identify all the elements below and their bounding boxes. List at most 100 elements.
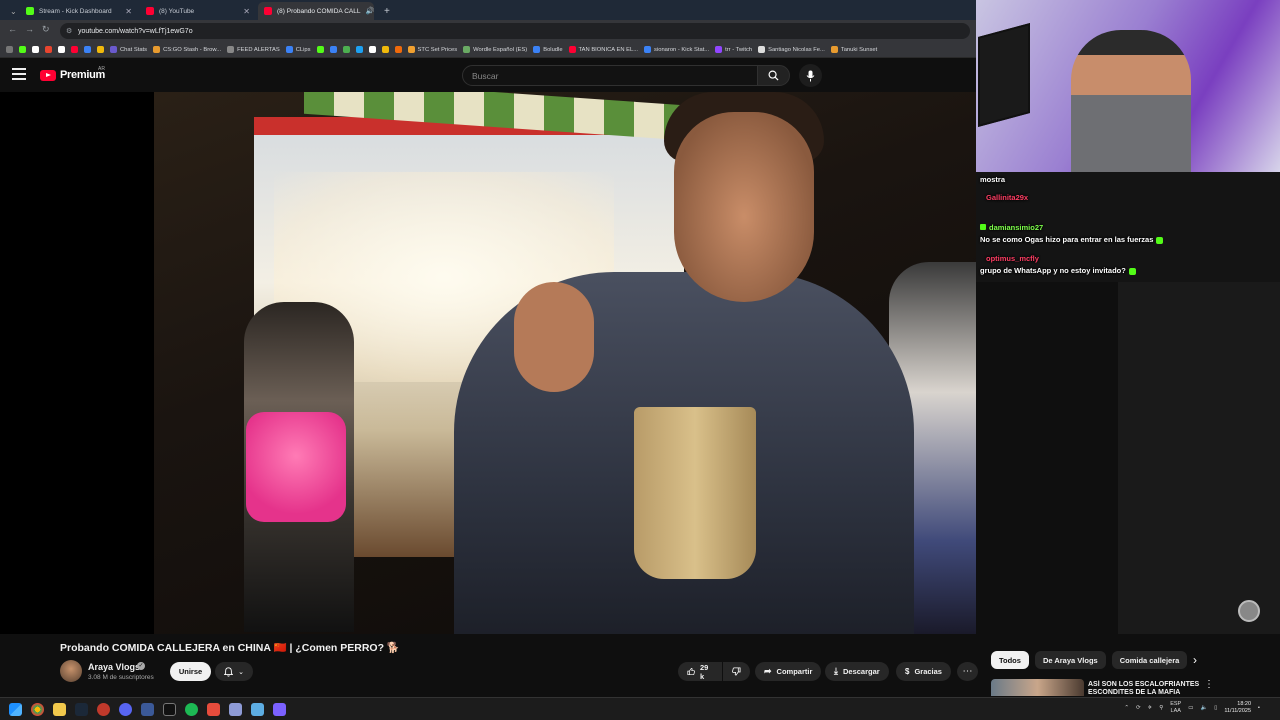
youtube-icon (146, 7, 154, 15)
tab-current-video[interactable]: (8) Probando COMIDA CALL 🔊 ✕ (258, 2, 374, 20)
bookmark-icon[interactable] (394, 46, 402, 53)
bookmark-kick-stats[interactable]: sionaron - Kick Stat... (644, 46, 709, 53)
bookmark-feed-alertas[interactable]: FEED ALERTAS (227, 46, 280, 53)
chip-all[interactable]: Todos (991, 651, 1029, 669)
bookmark-stc-set-prices[interactable]: STC Set Prices (407, 46, 457, 53)
video-scene-host-face (674, 112, 814, 302)
badge-icon (980, 224, 986, 230)
new-tab-button[interactable]: + (378, 2, 392, 20)
bookmark-tanuki[interactable]: Tanuki Sunset (830, 46, 877, 53)
network-icon[interactable]: ▭ (1188, 705, 1193, 711)
bookmark-icon[interactable] (381, 46, 389, 53)
reload-icon[interactable]: ↻ (42, 24, 50, 35)
tab-list-button[interactable]: ⌄ (4, 2, 16, 20)
voice-search-button[interactable] (799, 64, 822, 87)
bookmark-twitch[interactable]: trr - Twitch (715, 46, 752, 53)
thumbs-down-icon (732, 667, 741, 676)
bookmark-icon[interactable] (45, 46, 52, 53)
app-icon[interactable] (141, 703, 154, 716)
language-indicator[interactable]: ESP LAA (1170, 701, 1181, 715)
video-frame[interactable] (154, 92, 976, 634)
related-filter-chips: Todos De Araya Vlogs Comida callejera (991, 651, 1188, 669)
recommended-thumbnail[interactable] (991, 679, 1084, 696)
browser-tab-bar: ⌄ Stream - Kick Dashboard ✕ (8) YouTube … (0, 0, 976, 20)
bookmark-icon[interactable] (32, 46, 39, 53)
thanks-button[interactable]: $ Gracias (896, 662, 951, 681)
bookmark-icon[interactable] (19, 46, 26, 53)
url-field[interactable]: ⚙ youtube.com/watch?v=wLfTj1ewG7o (60, 23, 970, 39)
volume-icon[interactable]: 🔈 (1200, 705, 1207, 711)
bell-icon (224, 666, 234, 677)
recommended-title[interactable]: ASÍ SON LOS ESCALOFRIANTES (1088, 680, 1200, 689)
apps-icon[interactable] (6, 46, 13, 53)
bookmark-icon[interactable] (97, 46, 104, 53)
bookmark-icon[interactable] (368, 46, 376, 53)
tray-icon[interactable]: ⚲ (1159, 705, 1163, 711)
chip-channel[interactable]: De Araya Vlogs (1034, 651, 1106, 669)
tab-kick-dashboard[interactable]: Stream - Kick Dashboard ✕ (20, 2, 138, 20)
notification-icon[interactable]: ▪ (1258, 705, 1260, 711)
tray-icon[interactable]: ✈ (1148, 705, 1153, 711)
bookmark-icon[interactable] (329, 46, 337, 53)
search-button[interactable] (757, 65, 790, 86)
bookmark-santiago[interactable]: Santiago Nicolas Fe... (758, 46, 825, 53)
share-button[interactable]: ➦ Compartir (755, 662, 822, 681)
bookmark-wordle[interactable]: Wordle Español (ES) (463, 46, 527, 53)
bookmark-clips[interactable]: CLips (285, 46, 311, 53)
site-info-icon[interactable]: ⚙ (66, 27, 72, 35)
chat-message: mostra (980, 175, 1006, 184)
youtube-premium-logo[interactable]: Premium AR (40, 66, 105, 81)
thumbs-up-icon (687, 667, 695, 676)
app-icon[interactable] (163, 703, 176, 716)
bookmark-icon[interactable] (316, 46, 324, 53)
app-icon[interactable] (207, 703, 220, 716)
spotify-icon[interactable] (185, 703, 198, 716)
download-button[interactable]: ⤓ Descargar (825, 662, 889, 681)
app-icon[interactable] (97, 703, 110, 716)
clock[interactable]: 18:20 11/11/2025 (1224, 701, 1251, 715)
chip-street-food[interactable]: Comida callejera (1111, 651, 1188, 669)
address-bar-row: ← → ↻ ⚙ youtube.com/watch?v=wLfTj1ewG7o (0, 20, 976, 42)
join-button[interactable]: Unirse (170, 662, 211, 681)
bookmark-icon[interactable] (71, 46, 78, 53)
overlay-dark-panel (1118, 282, 1280, 634)
back-icon[interactable]: ← (8, 24, 17, 34)
discord-icon[interactable] (119, 703, 132, 716)
chevron-right-icon[interactable]: › (1193, 653, 1197, 667)
like-button[interactable]: 29 k (678, 662, 722, 681)
recommended-title-line2[interactable]: ESCONDITES DE LA MAFIA (1088, 689, 1180, 696)
forward-icon[interactable]: → (25, 24, 34, 34)
more-vertical-icon[interactable]: ⋮ (1204, 679, 1214, 690)
bookmark-icon[interactable] (84, 46, 91, 53)
app-icon[interactable] (251, 703, 264, 716)
chrome-icon[interactable] (31, 703, 44, 716)
bookmark-icon[interactable] (355, 46, 363, 53)
app-icon[interactable] (273, 703, 286, 716)
dislike-button[interactable] (723, 662, 750, 681)
bookmark-tan-bionica[interactable]: TAN BIONICA EN EL... (568, 46, 638, 53)
battery-icon[interactable]: ▯ (1214, 705, 1217, 711)
close-icon[interactable]: ✕ (243, 7, 250, 16)
tab-youtube[interactable]: (8) YouTube ✕ (140, 2, 256, 20)
channel-name[interactable]: Araya Vlogs (88, 662, 140, 672)
bookmark-csgo-stash[interactable]: CS:GO Stash - Brow... (153, 46, 221, 53)
notifications-button[interactable]: ⌄ (215, 662, 253, 681)
tray-icon[interactable]: ⟳ (1136, 705, 1141, 711)
bookmark-icon[interactable] (342, 46, 350, 53)
file-explorer-icon[interactable] (53, 703, 66, 716)
more-actions-icon[interactable]: ⋯ (957, 662, 978, 681)
bookmark-boludle[interactable]: Boludle (533, 46, 563, 53)
close-icon[interactable]: ✕ (125, 7, 132, 16)
windows-start-icon[interactable] (9, 703, 22, 716)
video-player[interactable] (0, 92, 976, 634)
search-input[interactable]: Buscar (462, 65, 758, 86)
app-icon[interactable] (229, 703, 242, 716)
bookmark-chat-stats[interactable]: Chat Stats (110, 46, 147, 53)
chevron-up-icon[interactable]: ⌃ (1124, 705, 1129, 711)
bookmark-icon[interactable] (58, 46, 65, 53)
steam-icon[interactable] (75, 703, 88, 716)
speaker-icon[interactable]: 🔊 (365, 7, 374, 15)
channel-avatar[interactable] (60, 660, 82, 682)
menu-icon[interactable] (12, 68, 26, 80)
avatar-bubble-icon (1238, 600, 1260, 622)
